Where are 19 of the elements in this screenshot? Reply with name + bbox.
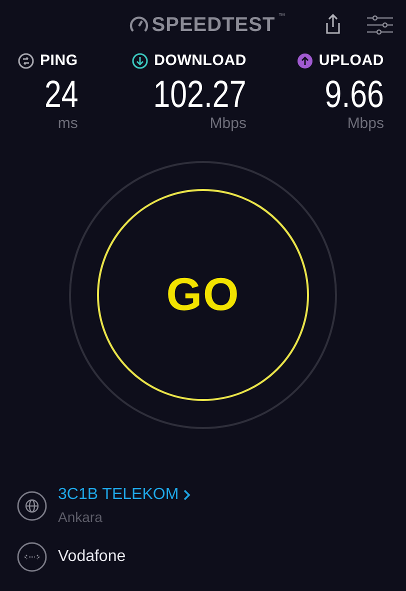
connection-provider: Vodafone [58,547,126,567]
chevron-icon [182,489,191,501]
app-logo: SPEEDTEST [152,13,276,38]
share-icon[interactable] [324,13,342,35]
metric-label: DOWNLOAD [154,51,246,71]
server-link[interactable]: 3C1B TELEKOM [58,483,191,507]
globe-icon [17,490,47,520]
metric-unit: Mbps [210,114,246,132]
metric-value: 24 [44,74,78,114]
server-location: Ankara [58,508,104,527]
go-button[interactable]: GO [97,188,309,400]
metric-label: UPLOAD [318,51,384,71]
metric-value: 9.66 [324,74,384,114]
settings-icon[interactable] [367,15,393,35]
connection-icon [17,542,47,572]
metric-label: PING [40,51,78,71]
metric-unit: Mbps [347,114,384,132]
metric-unit: ms [58,114,78,132]
metric-value: 102.27 [154,74,246,114]
